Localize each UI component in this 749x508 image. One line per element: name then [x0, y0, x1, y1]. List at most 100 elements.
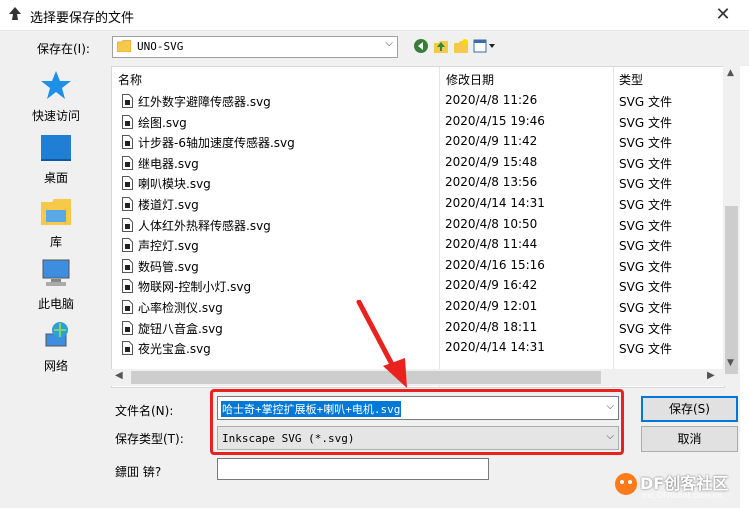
places-bar: 快速访问 桌面 库 此电脑 网络	[6, 64, 106, 394]
scroll-left-icon[interactable]: ◀	[115, 370, 123, 381]
file-date: 2020/4/8 10:50	[445, 216, 538, 231]
file-row[interactable]: 继电器.svg 2020/4/9 15:48 SVG 文件	[112, 153, 672, 173]
annotation-arrow-icon	[356, 300, 407, 388]
title-bar: 选择要保存的文件 ✕	[0, 0, 749, 31]
file-list[interactable]: 名称 ^ 修改日期 类型 红外数字避障传感器.svg 2020/4/8 11:26…	[111, 66, 725, 388]
file-name: 人体红外热释传感器.svg	[138, 218, 271, 233]
file-type: SVG 文件	[619, 239, 672, 254]
file-date: 2020/4/9 15:48	[445, 154, 538, 169]
file-type: SVG 文件	[619, 301, 672, 315]
save-in-value: UNO-SVG	[137, 40, 184, 53]
svg-file-icon	[122, 94, 133, 108]
file-list-header: 名称 ^ 修改日期 类型	[112, 67, 724, 89]
file-type: SVG 文件	[619, 95, 672, 109]
place-network[interactable]: 网络	[6, 320, 106, 374]
file-type: SVG 文件	[619, 115, 672, 130]
svg-file-icon	[122, 279, 133, 294]
svg-file-icon	[122, 238, 133, 253]
dfrobot-watermark: DF创客社区 mc.DFRobot.com.cn	[612, 468, 742, 504]
file-type: SVG 文件	[619, 259, 672, 274]
file-type: SVG 文件	[619, 321, 672, 336]
svg-file-icon	[122, 155, 133, 170]
vertical-scrollbar[interactable]: ▲ ▼	[723, 66, 740, 386]
file-date: 2020/4/9 11:42	[445, 134, 538, 149]
save-in-dropdown[interactable]: UNO-SVG ⌵	[112, 36, 398, 58]
place-library[interactable]: 库	[6, 196, 106, 250]
horizontal-scrollbar[interactable]: ◀ ▶	[111, 369, 723, 386]
vertical-scroll-thumb[interactable]	[725, 206, 738, 374]
svg-file-icon	[122, 341, 133, 356]
svg-file-icon	[122, 176, 133, 191]
highlight-annotation-box	[210, 389, 624, 455]
file-date: 2020/4/9 12:01	[445, 299, 538, 313]
network-icon	[45, 322, 68, 347]
svg-file-icon	[122, 197, 133, 211]
window-title: 选择要保存的文件	[30, 11, 135, 26]
file-date: 2020/4/14 14:31	[445, 196, 545, 210]
svg-file-icon	[122, 300, 133, 314]
inkscape-app-icon	[9, 7, 21, 20]
file-row[interactable]: 声控灯.svg 2020/4/8 11:44 SVG 文件	[112, 235, 672, 255]
place-desktop[interactable]: 桌面	[6, 134, 106, 186]
file-name: 旋钮八音盒.svg	[138, 321, 223, 336]
file-type: SVG 文件	[619, 342, 672, 357]
chevron-down-icon: ⌵	[385, 38, 393, 49]
place-quick-access[interactable]: 快速访问	[6, 70, 106, 124]
place-label: 桌面	[43, 171, 68, 185]
view-menu-icon[interactable]	[473, 38, 497, 54]
library-icon	[41, 199, 71, 225]
scroll-up-icon[interactable]: ▲	[727, 68, 734, 78]
file-row[interactable]: 红外数字避障传感器.svg 2020/4/8 11:26 SVG 文件	[112, 91, 672, 111]
place-this-pc[interactable]: 此电脑	[6, 258, 106, 312]
file-date: 2020/4/8 18:11	[445, 319, 538, 334]
file-row[interactable]: 绘图.svg 2020/4/15 19:46 SVG 文件	[112, 112, 672, 132]
file-name: 数码管.svg	[138, 259, 199, 274]
file-name: 继电器.svg	[138, 156, 199, 171]
save-button[interactable]: 保存(S)	[641, 396, 738, 422]
file-row[interactable]: 喇叭模块.svg 2020/4/8 13:56 SVG 文件	[112, 173, 672, 193]
file-date: 2020/4/14 14:31	[445, 340, 545, 355]
save-in-label: 保存在(I):	[37, 42, 90, 56]
file-name: 声控灯.svg	[138, 239, 199, 254]
svg-file-icon	[122, 320, 133, 335]
watermark-url: mc.DFRobot.com.cn	[642, 491, 723, 500]
file-row[interactable]: 人体红外热释传感器.svg 2020/4/8 10:50 SVG 文件	[112, 215, 672, 235]
file-name: 红外数字避障传感器.svg	[138, 95, 271, 109]
file-row[interactable]: 物联网-控制小灯.svg 2020/4/9 16:42 SVG 文件	[112, 276, 672, 296]
file-name: 心率检测仪.svg	[138, 301, 223, 315]
close-button[interactable]: ✕	[703, 2, 743, 28]
scroll-right-icon[interactable]: ▶	[707, 370, 715, 381]
file-row[interactable]: 数码管.svg 2020/4/16 15:16 SVG 文件	[112, 256, 672, 276]
file-row[interactable]: 计步器-6轴加速度传感器.svg 2020/4/9 11:42 SVG 文件	[112, 132, 672, 152]
back-icon[interactable]	[413, 38, 429, 54]
dfrobot-logo-icon	[615, 473, 637, 495]
place-label: 快速访问	[31, 109, 80, 123]
file-type: SVG 文件	[619, 218, 672, 233]
file-name: 物联网-控制小灯.svg	[138, 280, 252, 295]
file-date: 2020/4/8 11:26	[445, 93, 538, 107]
file-type: SVG 文件	[619, 177, 672, 192]
svg-file-icon	[122, 135, 133, 150]
up-folder-icon[interactable]	[433, 38, 449, 54]
column-header-type[interactable]: 类型	[619, 71, 643, 88]
file-type: SVG 文件	[619, 198, 672, 212]
column-header-name[interactable]: 名称	[118, 71, 142, 88]
column-header-date[interactable]: 修改日期	[446, 71, 494, 88]
file-name: 楼道灯.svg	[138, 198, 199, 212]
place-label: 此电脑	[37, 297, 74, 311]
place-label: 网络	[43, 359, 68, 373]
svg-file-icon	[122, 114, 133, 129]
svg-file-icon	[122, 258, 133, 273]
svg-file-icon	[122, 217, 133, 232]
filetype-label: 保存类型(T):	[115, 432, 184, 446]
file-name: 计步器-6轴加速度传感器.svg	[138, 136, 295, 151]
scroll-down-icon[interactable]: ▼	[727, 358, 734, 368]
sort-ascending-icon: ^	[272, 66, 281, 74]
cancel-button[interactable]: 取消	[641, 426, 738, 452]
place-label: 库	[49, 235, 62, 249]
folder-icon	[117, 40, 131, 52]
file-row[interactable]: 楼道灯.svg 2020/4/14 14:31 SVG 文件	[112, 194, 672, 214]
file-type: SVG 文件	[619, 136, 672, 151]
extra-option-input[interactable]	[217, 458, 489, 480]
new-folder-icon[interactable]	[453, 38, 469, 54]
